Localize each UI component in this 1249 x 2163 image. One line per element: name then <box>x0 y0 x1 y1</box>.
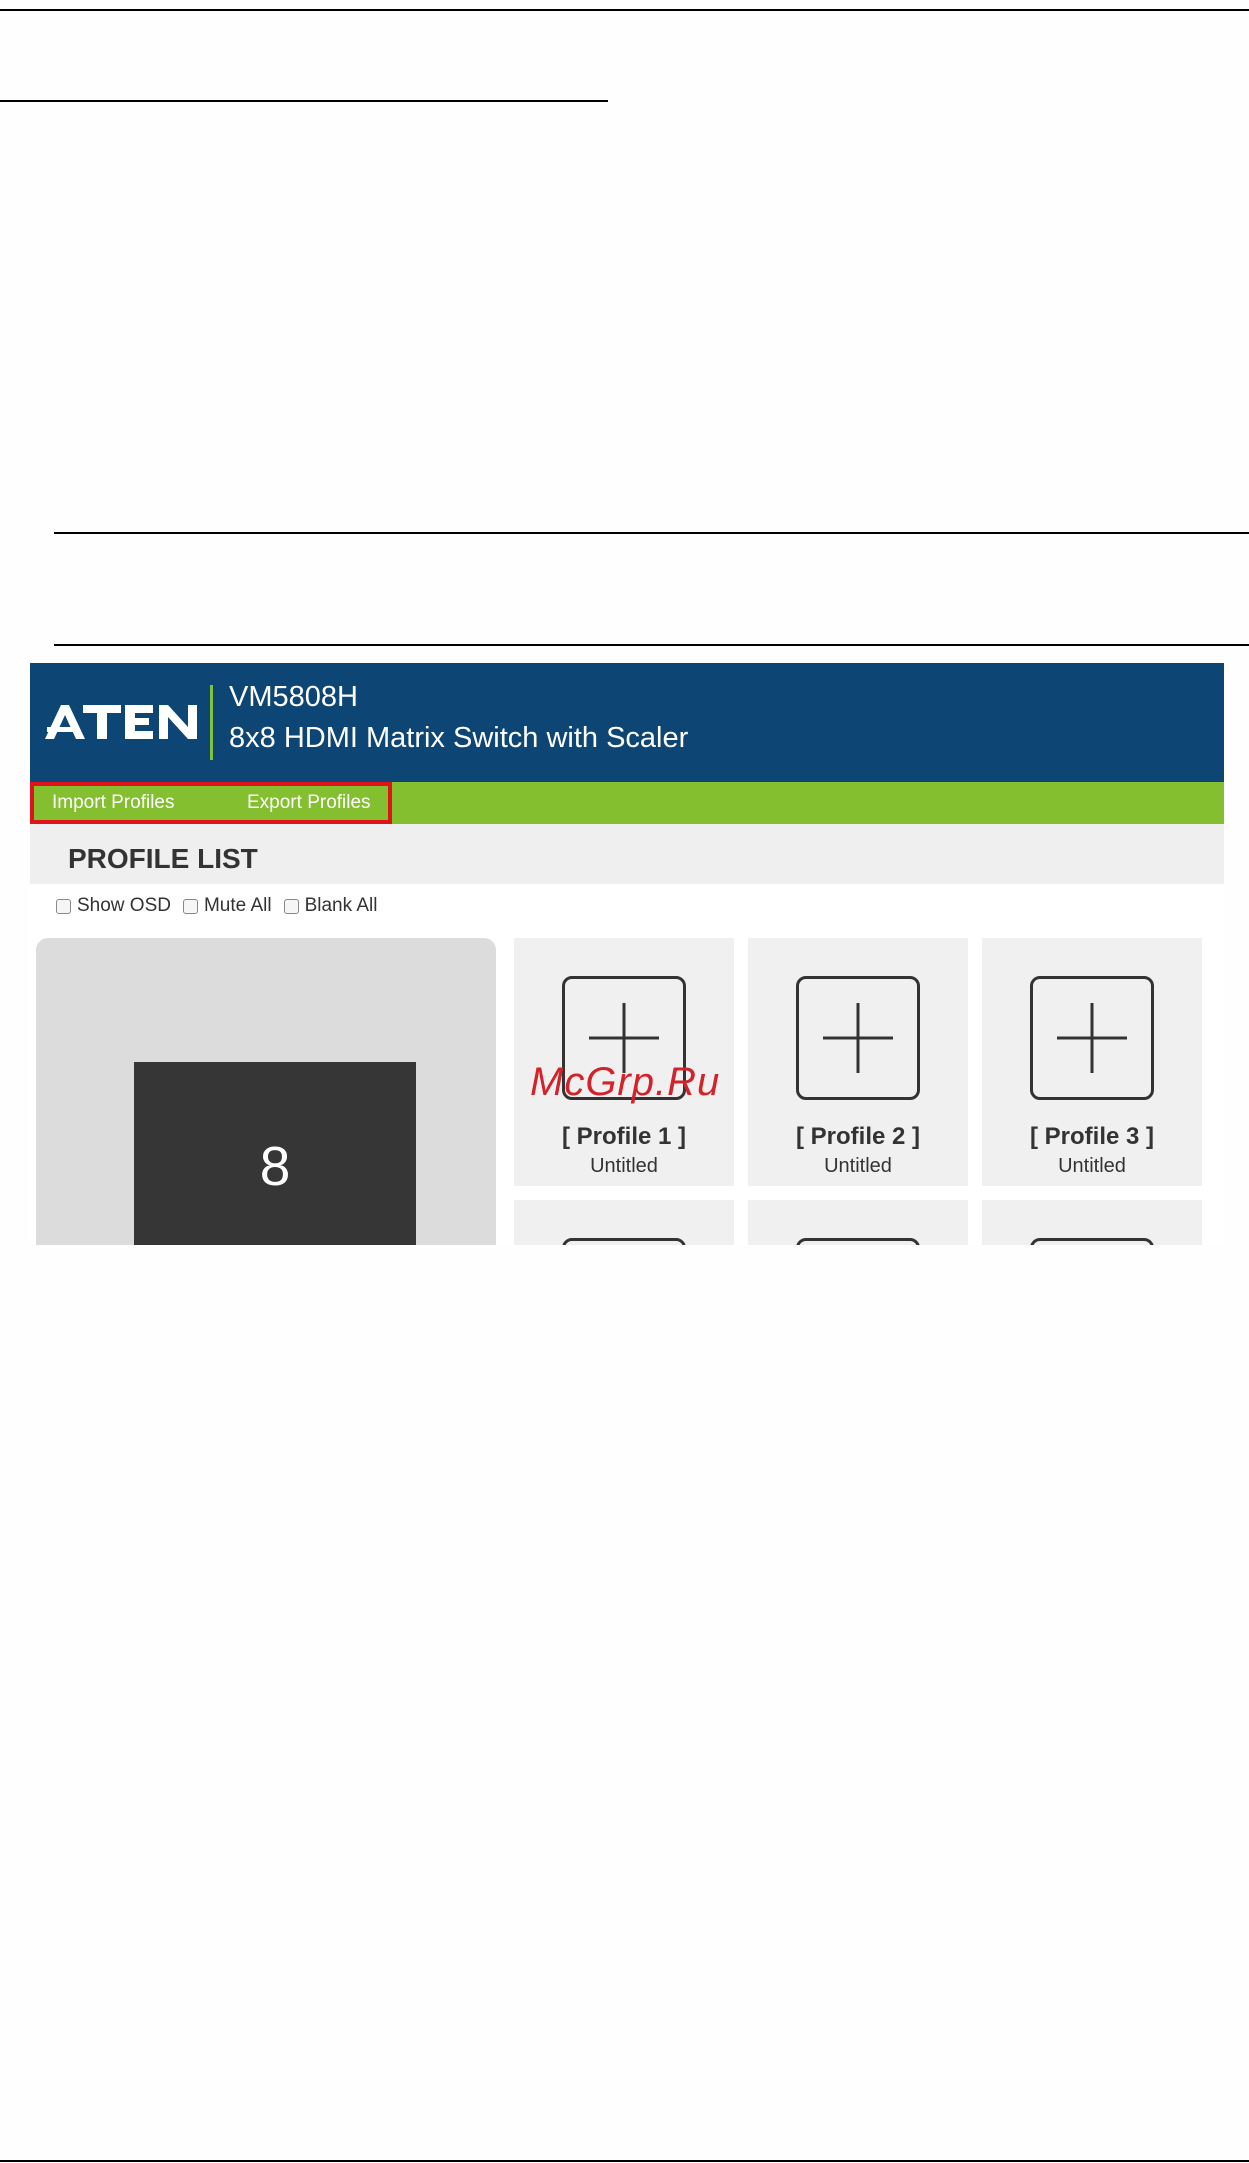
profile-card-4[interactable] <box>514 1200 734 1245</box>
watermark: McGrp.Ru <box>530 1060 721 1104</box>
show-osd-checkbox[interactable] <box>56 898 71 914</box>
mute-all-option[interactable]: Mute All <box>182 895 272 917</box>
note-bottom-rule <box>54 644 1249 646</box>
top-rule <box>0 9 1249 11</box>
profile-status: Untitled <box>1058 1155 1126 1177</box>
export-profiles-menu-item[interactable]: Export Profiles <box>247 792 371 814</box>
header-divider <box>210 685 213 760</box>
product-subtitle: 8x8 HDMI Matrix Switch with Scaler <box>229 722 689 754</box>
profile-card-6[interactable] <box>982 1200 1202 1245</box>
layout-preview-panel: 8 <box>36 938 496 1245</box>
profile-card-5[interactable] <box>748 1200 968 1245</box>
blank-all-label: Blank All <box>304 895 378 916</box>
heading-underline <box>0 100 608 102</box>
mute-all-checkbox[interactable] <box>182 898 198 914</box>
profile-name: [ Profile 2 ] <box>795 1123 921 1150</box>
preview-display[interactable]: 8 <box>134 1062 416 1245</box>
preview-display-number: 8 <box>259 1135 291 1197</box>
add-profile-icon[interactable] <box>796 1238 920 1245</box>
add-profile-icon[interactable] <box>1030 976 1154 1100</box>
blank-all-option[interactable]: Blank All <box>283 895 378 917</box>
add-profile-icon[interactable] <box>562 1238 686 1245</box>
page-title: PROFILE LIST <box>68 843 258 874</box>
footer-rule <box>0 2160 1249 2162</box>
product-model: VM5808H <box>229 681 358 713</box>
show-osd-option[interactable]: Show OSD <box>56 895 171 917</box>
profile-card-2[interactable]: [ Profile 2 ] Untitled <box>748 938 968 1186</box>
add-profile-icon[interactable] <box>796 976 920 1100</box>
app-header: VM5808H 8x8 HDMI Matrix Switch with Scal… <box>30 663 1224 782</box>
profile-name: [ Profile 1 ] <box>561 1123 687 1150</box>
add-profile-icon[interactable] <box>1030 1238 1154 1245</box>
profile-name: [ Profile 3 ] <box>1029 1123 1155 1150</box>
import-profiles-menu-item[interactable]: Import Profiles <box>52 792 174 814</box>
mute-all-label: Mute All <box>203 895 272 916</box>
profile-options: Show OSD Mute All Blank All <box>56 894 389 918</box>
profile-status: Untitled <box>824 1155 892 1177</box>
aten-logo <box>45 701 205 743</box>
profile-card-3[interactable]: [ Profile 3 ] Untitled <box>982 938 1202 1186</box>
profile-status: Untitled <box>590 1155 658 1177</box>
note-top-rule <box>54 532 1249 534</box>
show-osd-label: Show OSD <box>77 895 171 916</box>
blank-all-checkbox[interactable] <box>283 898 299 914</box>
menu-bar <box>30 782 1224 824</box>
web-ui-screenshot: VM5808H 8x8 HDMI Matrix Switch with Scal… <box>30 663 1224 1245</box>
